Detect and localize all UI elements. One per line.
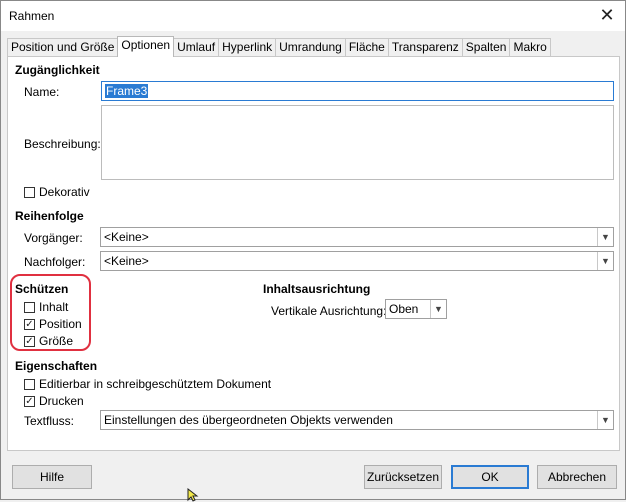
name-input[interactable]: Frame3 <box>101 81 614 101</box>
decorative-checkbox-box[interactable] <box>24 187 35 198</box>
textflow-label: Textfluss: <box>24 414 75 428</box>
close-icon[interactable]: ✕ <box>597 5 617 25</box>
protect-content-label: Inhalt <box>39 300 69 314</box>
dialog-window: Rahmen ✕ Position und Größe Optionen Uml… <box>0 0 626 502</box>
tab-position-size[interactable]: Position und Größe <box>7 38 119 57</box>
next-dropdown[interactable]: <Keine> ▼ <box>100 251 614 271</box>
description-label: Beschreibung: <box>24 137 101 151</box>
cancel-button[interactable]: Abbrechen <box>537 465 617 489</box>
chevron-down-icon[interactable]: ▼ <box>597 228 613 246</box>
description-textarea[interactable] <box>101 105 614 180</box>
chevron-down-icon[interactable]: ▼ <box>597 411 613 429</box>
vertical-alignment-value: Oben <box>389 302 419 316</box>
vertical-alignment-label: Vertikale Ausrichtung: <box>271 304 387 318</box>
alignment-section-title: Inhaltsausrichtung <box>263 282 371 296</box>
protect-size-checkbox[interactable]: ✓ Größe <box>24 334 84 350</box>
next-value: <Keine> <box>104 254 149 268</box>
reset-button[interactable]: Zurücksetzen <box>364 465 442 489</box>
vertical-alignment-dropdown[interactable]: Oben ▼ <box>385 299 447 319</box>
chevron-down-icon[interactable]: ▼ <box>430 300 446 318</box>
options-panel: Zugänglichkeit Name: Frame3 Beschreibung… <box>7 56 620 451</box>
previous-label: Vorgänger: <box>24 231 83 245</box>
protect-content-checkbox[interactable]: Inhalt <box>24 300 84 316</box>
tab-bar: Position und Größe Optionen Umlauf Hyper… <box>7 36 551 57</box>
textflow-dropdown[interactable]: Einstellungen des übergeordneten Objekts… <box>100 410 614 430</box>
protect-position-checkbox[interactable]: ✓ Position <box>24 317 86 333</box>
editable-readonly-checkbox[interactable]: Editierbar in schreibgeschütztem Dokumen… <box>24 377 271 393</box>
tab-options[interactable]: Optionen <box>117 36 175 57</box>
protect-content-checkbox-box[interactable] <box>24 302 35 313</box>
tab-area[interactable]: Fläche <box>344 38 389 57</box>
editable-readonly-checkbox-box[interactable] <box>24 379 35 390</box>
print-checkbox[interactable]: ✓ Drucken <box>24 394 86 410</box>
help-button[interactable]: Hilfe <box>12 465 92 489</box>
decorative-label: Dekorativ <box>39 185 90 199</box>
protect-position-checkbox-box[interactable]: ✓ <box>24 319 35 330</box>
print-checkbox-box[interactable]: ✓ <box>24 396 35 407</box>
protect-position-label: Position <box>39 317 82 331</box>
previous-value: <Keine> <box>104 230 149 244</box>
tab-wrap[interactable]: Umlauf <box>173 38 220 57</box>
protect-section-title: Schützen <box>15 282 69 296</box>
previous-dropdown[interactable]: <Keine> ▼ <box>100 227 614 247</box>
tab-macro[interactable]: Makro <box>509 38 551 57</box>
next-label: Nachfolger: <box>24 255 86 269</box>
ok-button[interactable]: OK <box>451 465 529 489</box>
name-input-value: Frame3 <box>105 84 149 98</box>
tab-hyperlink[interactable]: Hyperlink <box>218 38 277 57</box>
window-title: Rahmen <box>9 9 55 23</box>
properties-section-title: Eigenschaften <box>15 359 98 373</box>
tab-columns[interactable]: Spalten <box>461 38 511 57</box>
accessibility-section-title: Zugänglichkeit <box>15 63 100 77</box>
tab-transparency[interactable]: Transparenz <box>387 38 463 57</box>
name-label: Name: <box>24 85 60 99</box>
tab-borders[interactable]: Umrandung <box>275 38 346 57</box>
textflow-value: Einstellungen des übergeordneten Objekts… <box>104 413 393 427</box>
print-label: Drucken <box>39 394 84 408</box>
editable-readonly-label: Editierbar in schreibgeschütztem Dokumen… <box>39 377 272 391</box>
chevron-down-icon[interactable]: ▼ <box>597 252 613 270</box>
protect-size-label: Größe <box>39 334 74 348</box>
order-section-title: Reihenfolge <box>15 209 84 223</box>
decorative-checkbox[interactable]: Dekorativ <box>24 185 224 201</box>
protect-size-checkbox-box[interactable]: ✓ <box>24 336 35 347</box>
title-bar: Rahmen ✕ <box>1 1 625 31</box>
